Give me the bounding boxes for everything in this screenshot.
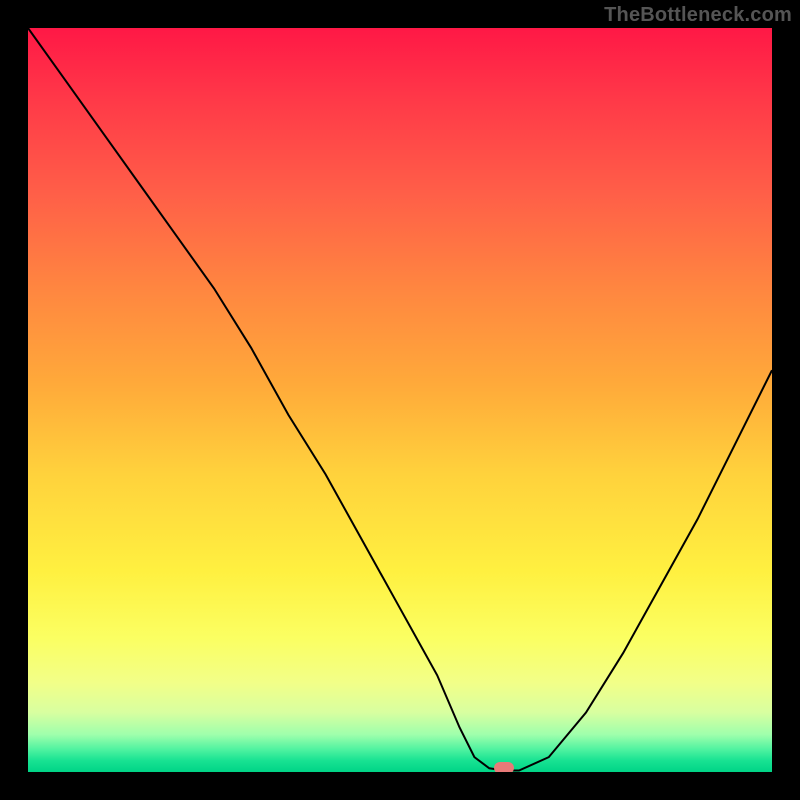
plot-area: [28, 28, 772, 772]
optimum-marker: [494, 762, 514, 772]
chart-frame: TheBottleneck.com: [0, 0, 800, 800]
bottleneck-curve: [28, 28, 772, 772]
watermark-text: TheBottleneck.com: [604, 4, 792, 27]
